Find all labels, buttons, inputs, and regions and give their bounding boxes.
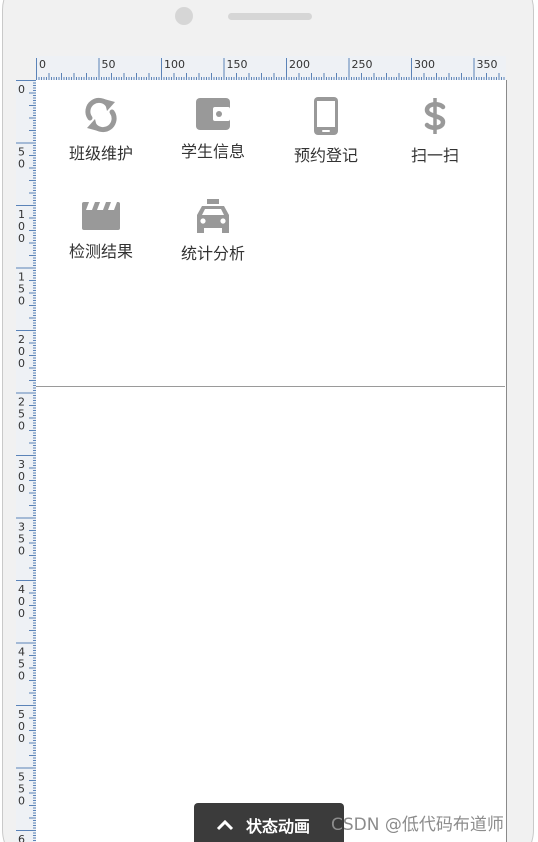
ruler-label: 200	[289, 58, 310, 71]
ruler-label: 50	[102, 58, 116, 71]
grid-item-class-maintenance[interactable]: 班级维护	[46, 80, 156, 163]
grid-item-scan[interactable]: 扫一扫	[380, 80, 490, 165]
ruler-label: 250	[18, 396, 25, 433]
phone-simulator: 0 50 100 150 200 250 300 350 0 50 100 150 200 250 300…	[0, 0, 538, 842]
grid-item-label: 预约登记	[293, 146, 358, 165]
ruler-label: 100	[18, 208, 25, 245]
front-camera	[175, 7, 193, 25]
chevron-up-icon	[216, 819, 234, 831]
icon-grid-panel[interactable]: 班级维护 学生信息 预约登记 扫一扫 检测结果 统计分析	[36, 80, 505, 387]
grid-item-label: 班级维护	[68, 144, 133, 163]
clapperboard-icon	[81, 198, 121, 232]
grid-item-label: 扫一扫	[410, 146, 459, 165]
status-animation-button[interactable]: 状态动画	[194, 803, 344, 842]
ruler-label: 400	[18, 583, 25, 620]
grid-item-test-results[interactable]: 检测结果	[46, 182, 156, 262]
ruler-label: 50	[18, 146, 25, 171]
dollar-icon	[415, 96, 455, 136]
ruler-label: 150	[18, 271, 25, 308]
mobile-phone-icon	[306, 96, 346, 136]
grid-item-appointment[interactable]: 预约登记	[271, 80, 381, 165]
ruler-label: 350	[18, 521, 25, 558]
ruler-label: 100	[164, 58, 185, 71]
ruler-label: 300	[414, 58, 435, 71]
ruler-label: 250	[352, 58, 373, 71]
ruler-label: 350	[477, 58, 498, 71]
design-canvas[interactable]: 班级维护 学生信息 预约登记 扫一扫 检测结果 统计分析	[36, 80, 507, 842]
ruler-label: 600	[18, 833, 25, 842]
grid-item-student-info[interactable]: 学生信息	[158, 80, 268, 161]
vertical-ruler: 0 50 100 150 200 250 300 350 400 450 500 550 600	[16, 80, 37, 842]
ruler-label: 0	[18, 83, 25, 96]
ruler-label: 450	[18, 646, 25, 683]
grid-item-statistics[interactable]: 统计分析	[158, 182, 268, 263]
ruler-label: 200	[18, 333, 25, 370]
refresh-icon	[81, 96, 121, 134]
grid-item-label: 学生信息	[180, 142, 245, 161]
grid-item-label: 统计分析	[180, 244, 245, 263]
earpiece-speaker	[228, 13, 312, 20]
wallet-icon	[193, 96, 233, 132]
csdn-watermark: CSDN @低代码布道师	[331, 815, 504, 835]
ruler-label: 0	[39, 58, 46, 71]
ruler-label: 550	[18, 771, 25, 808]
ruler-label: 300	[18, 458, 25, 495]
horizontal-ruler: 0 50 100 150 200 250 300 350	[36, 56, 506, 81]
taxi-icon	[193, 198, 233, 234]
status-animation-label: 状态动画	[246, 817, 311, 836]
grid-item-label: 检测结果	[68, 242, 133, 261]
ruler-label: 500	[18, 708, 25, 745]
ruler-label: 150	[227, 58, 248, 71]
